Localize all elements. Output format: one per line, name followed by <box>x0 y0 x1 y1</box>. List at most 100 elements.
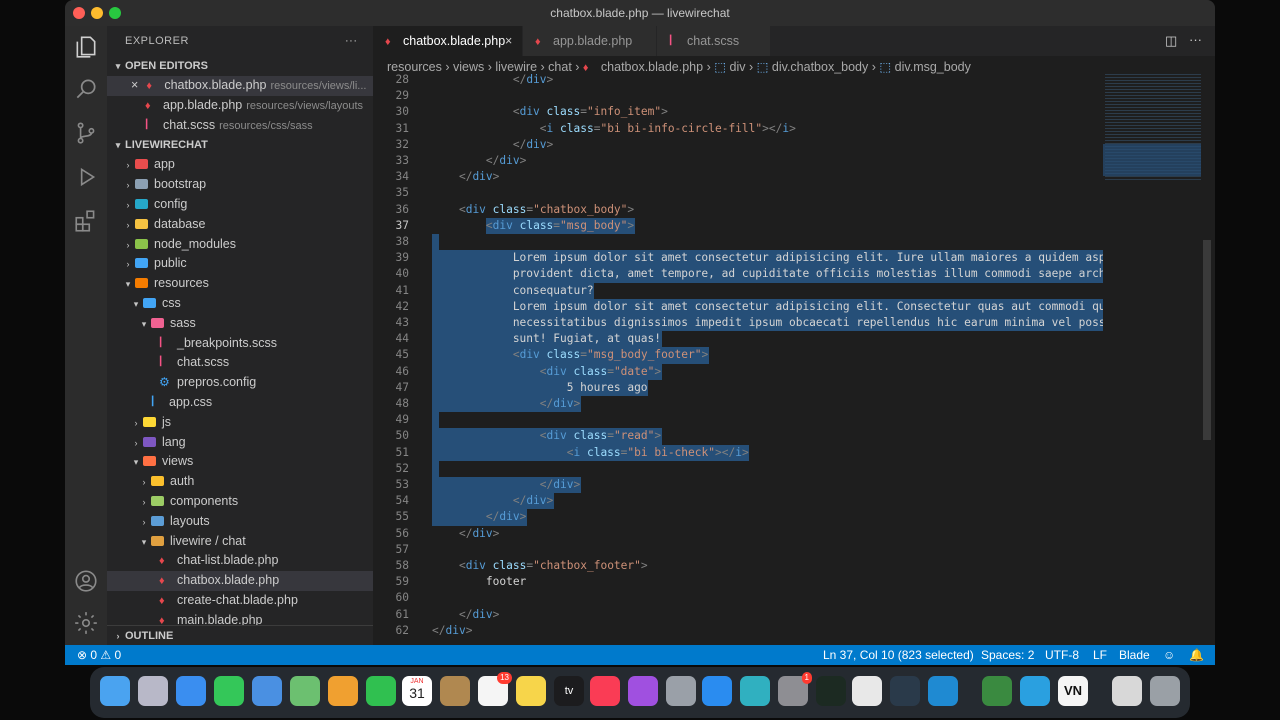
tree-item-components[interactable]: › components <box>107 492 373 512</box>
open-editor-item[interactable]: ꟾ chat.scss resources/css/sass <box>107 116 373 136</box>
tree-item-chatbox-blade[interactable]: ♦ chatbox.blade.php <box>107 571 373 591</box>
tree-item-views[interactable]: ▾ views <box>107 452 373 472</box>
code-line[interactable]: 34 </div> <box>373 169 1103 185</box>
safari-icon[interactable] <box>176 676 206 706</box>
code-line[interactable]: 62 </div> <box>373 623 1103 639</box>
mail-icon[interactable] <box>252 676 282 706</box>
code-line[interactable]: 41 consequatur? <box>373 282 1103 299</box>
safari-beta-icon[interactable] <box>740 676 770 706</box>
messages-icon[interactable] <box>214 676 244 706</box>
preview-icon[interactable] <box>1112 676 1142 706</box>
notes-icon[interactable] <box>516 676 546 706</box>
tree-item-app[interactable]: › app <box>107 155 373 175</box>
tab-app-blade[interactable]: ♦ app.blade.php <box>523 26 657 56</box>
settings-gear-icon[interactable] <box>73 610 99 636</box>
code-line[interactable]: 42 Lorem ipsum dolor sit amet consectetu… <box>373 298 1103 315</box>
search-icon[interactable] <box>73 76 99 102</box>
open-editor-item[interactable]: ♦ app.blade.php resources/views/layouts <box>107 96 373 116</box>
open-editors-section[interactable]: ▾ OPEN EDITORS <box>107 56 373 76</box>
tree-item-auth[interactable]: › auth <box>107 472 373 492</box>
trash-icon[interactable] <box>1150 676 1180 706</box>
tree-item-css[interactable]: ▾ css <box>107 294 373 314</box>
telegram-icon[interactable] <box>1020 676 1050 706</box>
maps-icon[interactable] <box>290 676 320 706</box>
split-editor-icon[interactable]: ◫ <box>1165 33 1177 49</box>
code-line[interactable]: 31 <i class="bi bi-info-circle-fill"></i… <box>373 121 1103 137</box>
tree-item-lang[interactable]: › lang <box>107 433 373 453</box>
code-line[interactable]: 61 </div> <box>373 607 1103 623</box>
minimap[interactable] <box>1103 72 1211 645</box>
code-line[interactable]: 45 <div class="msg_body_footer"> <box>373 347 1103 364</box>
chrome-icon[interactable] <box>852 676 882 706</box>
podcasts-icon[interactable] <box>628 676 658 706</box>
source-control-icon[interactable] <box>73 120 99 146</box>
code-line[interactable]: 36 <div class="chatbox_body"> <box>373 202 1103 218</box>
code-line[interactable]: 39 Lorem ipsum dolor sit amet consectetu… <box>373 250 1103 267</box>
code-line[interactable]: 59 footer <box>373 574 1103 590</box>
close-icon[interactable]: × <box>131 78 138 92</box>
code-line[interactable]: 58 <div class="chatbox_footer"> <box>373 558 1103 574</box>
tree-item-sass[interactable]: ▾ sass <box>107 314 373 334</box>
tree-item-layouts[interactable]: › layouts <box>107 512 373 532</box>
tree-item-breakpoints-scss[interactable]: ꟾ _breakpoints.scss <box>107 334 373 354</box>
cursor-position[interactable]: Ln 37, Col 10 (823 selected) <box>823 645 974 665</box>
database-icon[interactable] <box>666 676 696 706</box>
app-store-icon[interactable] <box>702 676 732 706</box>
music-icon[interactable] <box>590 676 620 706</box>
tree-item-app-css[interactable]: ꟾ app.css <box>107 393 373 413</box>
more-actions-icon[interactable]: ··· <box>1189 32 1202 47</box>
system-settings-icon[interactable]: 1 <box>778 672 812 706</box>
open-editor-item[interactable]: × ♦ chatbox.blade.php resources/views/li... <box>107 76 373 96</box>
minimize-window-button[interactable] <box>91 7 103 19</box>
contacts-icon[interactable] <box>440 676 470 706</box>
tab-chatbox-blade[interactable]: ♦ chatbox.blade.php × <box>373 26 523 56</box>
code-editor[interactable]: 28 </div> 29 30 <div class="info_item"> 31 … <box>373 72 1103 645</box>
explorer-icon[interactable] <box>73 34 99 60</box>
tree-item-create-chat-blade[interactable]: ♦ create-chat.blade.php <box>107 591 373 611</box>
indentation-status[interactable]: Spaces: 2 <box>981 645 1034 665</box>
tree-item-public[interactable]: › public <box>107 254 373 274</box>
code-line[interactable]: 28 </div> <box>373 72 1103 88</box>
metatrader-icon[interactable] <box>982 676 1012 706</box>
tree-item-main-blade[interactable]: ♦ main.blade.php <box>107 611 373 625</box>
code-line[interactable]: 40 provident dicta, amet tempore, ad cup… <box>373 266 1103 283</box>
code-line[interactable]: 50 <div class="read"> <box>373 428 1103 445</box>
code-line[interactable]: 44 sunt! Fugiat, at quas! <box>373 331 1103 348</box>
code-line[interactable]: 37 <div class="msg_body"> <box>373 217 1103 234</box>
run-debug-icon[interactable] <box>73 164 99 190</box>
code-line[interactable]: 49 <box>373 412 1103 429</box>
code-line[interactable]: 52 <box>373 460 1103 477</box>
vn-icon[interactable]: VN <box>1058 676 1088 706</box>
problems-indicator[interactable]: ⊗ 0 ⚠ 0 <box>77 645 121 665</box>
photos-icon[interactable] <box>328 676 358 706</box>
code-line[interactable]: 47 5 houres ago <box>373 379 1103 396</box>
code-line[interactable]: 30 <div class="info_item"> <box>373 104 1103 120</box>
tree-item-livewire-chat[interactable]: ▾ livewire / chat <box>107 532 373 552</box>
code-line[interactable]: 55 </div> <box>373 509 1103 526</box>
finder-icon[interactable] <box>100 676 130 706</box>
extensions-icon[interactable] <box>73 208 99 234</box>
code-line[interactable]: 33 </div> <box>373 153 1103 169</box>
code-line[interactable]: 35 <box>373 185 1103 201</box>
calendar-icon[interactable]: JAN 31 <box>402 676 432 706</box>
code-line[interactable]: 54 </div> <box>373 493 1103 510</box>
reminders-icon[interactable]: 13 <box>478 672 512 706</box>
tree-item-database[interactable]: › database <box>107 215 373 235</box>
outline-section[interactable]: › OUTLINE <box>107 624 373 645</box>
more-actions-icon[interactable]: ··· <box>345 26 358 56</box>
code-line[interactable]: 29 <box>373 88 1103 104</box>
code-line[interactable]: 32 </div> <box>373 137 1103 153</box>
encoding-status[interactable]: UTF-8 <box>1045 645 1079 665</box>
language-mode[interactable]: Blade <box>1119 645 1150 665</box>
eol-status[interactable]: LF <box>1093 645 1107 665</box>
tree-item-prepros-config[interactable]: ⚙ prepros.config <box>107 373 373 393</box>
code-line[interactable]: 46 <div class="date"> <box>373 363 1103 380</box>
code-line[interactable]: 57 <box>373 542 1103 558</box>
tree-item-node-modules[interactable]: › node_modules <box>107 235 373 255</box>
tree-item-resources[interactable]: ▾ resources <box>107 274 373 294</box>
tree-item-js[interactable]: › js <box>107 413 373 433</box>
proxyman-icon[interactable] <box>890 676 920 706</box>
vscode-icon[interactable] <box>928 676 958 706</box>
code-line[interactable]: 43 necessitatibus dignissimos impedit ip… <box>373 315 1103 332</box>
tree-item-chat-scss[interactable]: ꟾ chat.scss <box>107 353 373 373</box>
